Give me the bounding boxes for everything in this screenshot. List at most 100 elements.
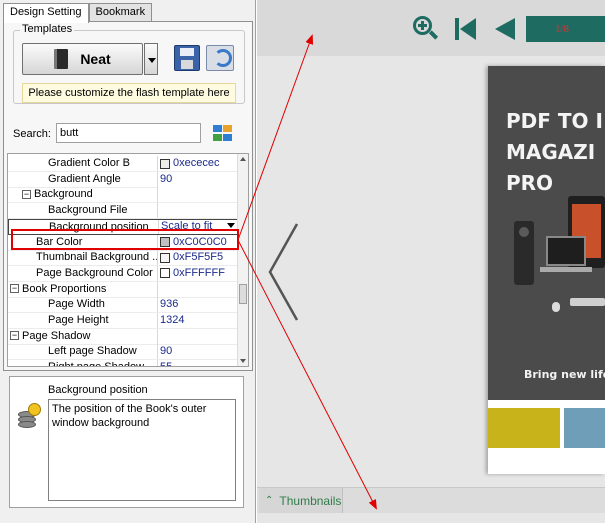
scroll-down-icon[interactable] — [240, 359, 246, 363]
property-name: Page Width — [8, 297, 158, 313]
book-title: PDF TO I MAGAZI PRO — [506, 109, 603, 195]
property-name-text: Page Height — [48, 314, 109, 326]
property-name-text: Background File — [48, 204, 128, 217]
description-panel: Background position The position of the … — [9, 376, 244, 508]
property-value-text: 90 — [160, 172, 173, 185]
tab-strip: Design Setting Bookmark — [3, 3, 153, 23]
thumbnails-label: Thumbnails — [279, 493, 342, 508]
property-grid: Gradient Color B 0xececec Gradient Angle 90… — [7, 153, 249, 367]
property-name: Gradient Color B — [8, 156, 158, 171]
property-value[interactable]: 1324 — [158, 313, 238, 328]
property-value-text: 0xFFFFFF — [173, 266, 225, 279]
book-cover: PDF TO I MAGAZI PRO Bring new life — [488, 66, 605, 400]
template-name: Neat — [80, 51, 111, 67]
property-name-text: Gradient Angle — [48, 172, 121, 185]
search-options-icon[interactable] — [211, 122, 233, 144]
chevron-down-icon[interactable] — [227, 222, 235, 228]
tab-design-setting[interactable]: Design Setting — [3, 3, 89, 23]
page-number-field[interactable]: 1/8 — [526, 16, 605, 42]
design-setting-content: Templates Neat Please customize the flas… — [3, 21, 253, 371]
property-value[interactable] — [158, 203, 238, 218]
property-name-text: Left page Shadow — [48, 345, 137, 358]
property-name-text: Page Shadow — [22, 329, 91, 342]
bottom-bar: ⌃ Thumbnails — [257, 487, 605, 513]
property-name: Background File — [8, 203, 158, 219]
property-name: − Page Shadow — [8, 328, 158, 344]
property-value[interactable]: 0xF5F5F5 — [158, 250, 238, 265]
property-row[interactable]: Bar Color 0xC0C0C0 — [8, 234, 238, 251]
property-row[interactable]: − Book Proportions — [8, 281, 238, 298]
property-row[interactable]: Page Width 936 — [8, 297, 238, 314]
property-value[interactable]: 90 — [158, 172, 238, 187]
property-row[interactable]: Background File — [8, 203, 238, 220]
property-row[interactable]: Left page Shadow 90 — [8, 344, 238, 361]
scroll-up-icon[interactable] — [240, 157, 246, 161]
property-name-text: Gradient Color B — [48, 157, 130, 169]
property-row[interactable]: Background position Scale to fit — [8, 218, 238, 235]
property-value[interactable]: Scale to fit — [159, 220, 237, 234]
property-value[interactable]: 0xFFFFFF — [158, 266, 238, 281]
laptop-image — [546, 236, 586, 266]
property-value-text: 936 — [160, 298, 179, 311]
database-check-icon — [18, 403, 42, 429]
search-input[interactable] — [56, 123, 201, 143]
previous-page-icon[interactable] — [495, 18, 515, 40]
property-row[interactable]: Page Height 1324 — [8, 313, 238, 329]
template-select-button[interactable]: Neat — [22, 43, 143, 75]
book-tagline: Bring new life — [524, 368, 605, 381]
property-value[interactable]: 936 — [158, 297, 238, 312]
property-name: Page Height — [8, 313, 158, 328]
property-row[interactable]: Gradient Color B 0xececec — [8, 156, 238, 172]
customize-template-link[interactable]: Please customize the flash template here — [22, 83, 236, 103]
property-name-text: Book Proportions — [22, 282, 107, 295]
color-swatch[interactable] — [160, 252, 170, 263]
property-name: − Background — [8, 187, 158, 203]
property-value-text: 90 — [160, 345, 173, 358]
property-name-text: Page Width — [48, 298, 105, 311]
property-value-text: 0xC0C0C0 — [173, 235, 227, 248]
property-value — [158, 187, 238, 203]
save-template-icon[interactable] — [174, 45, 200, 71]
templates-group: Templates Neat Please customize the flas… — [13, 23, 245, 104]
property-row[interactable]: − Page Shadow — [8, 328, 238, 345]
property-value-text: 0xF5F5F5 — [173, 251, 224, 264]
flipbook-preview: 1/8 PDF TO I MAGAZI PRO Bring new life ⌃… — [257, 0, 605, 523]
property-row[interactable]: Thumbnail Background ... 0xF5F5F5 — [8, 250, 238, 267]
search-label: Search: — [13, 128, 51, 140]
collapse-icon[interactable]: − — [22, 189, 31, 199]
flip-left-arrow-icon[interactable] — [267, 222, 301, 322]
color-swatch[interactable] — [160, 237, 170, 247]
load-template-icon[interactable] — [206, 45, 234, 71]
property-row[interactable]: Page Background Color 0xFFFFFF — [8, 265, 238, 282]
templates-group-title: Templates — [20, 23, 75, 35]
property-value — [158, 328, 238, 344]
scroll-thumb[interactable] — [239, 284, 247, 304]
color-block-yellow — [488, 408, 560, 448]
book-page[interactable]: PDF TO I MAGAZI PRO Bring new life — [488, 66, 605, 474]
property-grid-scrollbar[interactable] — [237, 154, 248, 366]
property-value — [158, 281, 238, 297]
property-value-text: Scale to fit — [161, 220, 213, 233]
property-name-text: Thumbnail Background ... — [36, 251, 158, 264]
property-value[interactable]: 90 — [158, 344, 238, 359]
preview-toolbar: 1/8 — [257, 0, 605, 56]
property-value[interactable]: 0xececec — [158, 156, 238, 171]
color-swatch[interactable] — [160, 158, 170, 169]
description-text: The position of the Book's outer window … — [48, 399, 236, 501]
property-name: Thumbnail Background ... — [8, 250, 158, 266]
property-row[interactable]: − Background — [8, 187, 238, 204]
zoom-in-icon[interactable] — [413, 16, 439, 42]
property-row[interactable]: Gradient Angle 90 — [8, 171, 238, 188]
collapse-icon[interactable]: − — [10, 284, 19, 294]
first-page-icon[interactable] — [455, 18, 477, 40]
property-row[interactable]: Right page Shadow 55 — [8, 360, 238, 366]
collapse-icon[interactable]: − — [10, 331, 19, 341]
property-value[interactable]: 0xC0C0C0 — [158, 235, 238, 250]
template-dropdown-button[interactable] — [144, 43, 158, 75]
tab-bookmark[interactable]: Bookmark — [88, 3, 153, 22]
property-value[interactable]: 55 — [158, 360, 238, 366]
property-name: Page Background Color — [8, 265, 158, 281]
property-name-text: Background — [34, 188, 93, 201]
color-swatch[interactable] — [160, 268, 170, 279]
thumbnails-button[interactable]: ⌃ Thumbnails — [259, 488, 343, 513]
